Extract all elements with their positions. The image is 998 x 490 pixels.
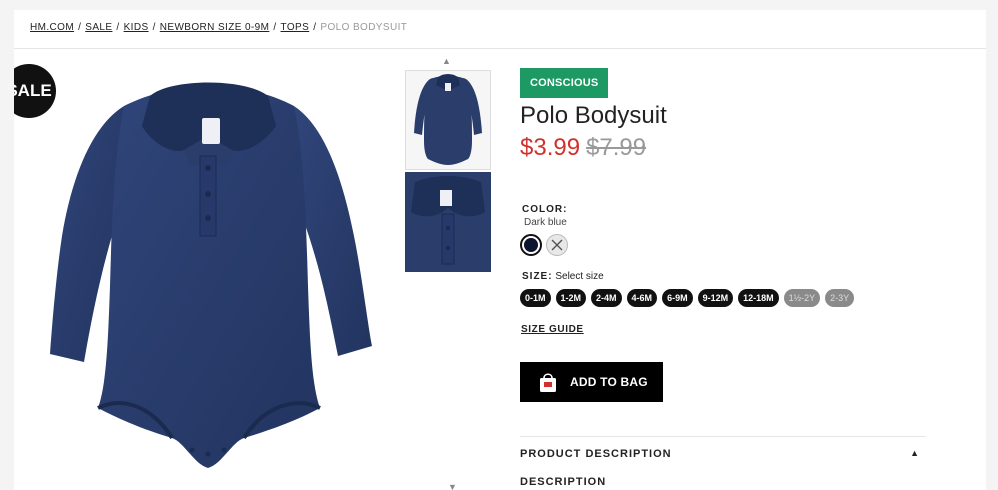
breadcrumb-link-kids[interactable]: KIDS <box>124 22 149 33</box>
size-option[interactable]: 1-2M <box>555 289 587 307</box>
section-divider <box>520 436 926 437</box>
size-option-unavailable[interactable]: 2-3Y <box>825 289 855 307</box>
breadcrumb-separator: / <box>78 22 82 33</box>
header-divider <box>14 48 986 49</box>
chevron-up-icon[interactable]: ▲ <box>442 56 451 66</box>
size-option[interactable]: 12-18M <box>738 289 779 307</box>
thumbnail-front[interactable] <box>405 70 491 170</box>
add-to-bag-label: ADD TO BAG <box>570 375 648 389</box>
caret-up-icon: ▲ <box>910 448 920 458</box>
conscious-badge: CONSCIOUS <box>520 68 609 98</box>
size-option[interactable]: 9-12M <box>697 289 734 307</box>
product-page: HM.COM / SALE / KIDS / NEWBORN SIZE 0-9M / TOPS /… <box>14 10 986 490</box>
thumbnail-detail[interactable] <box>405 172 491 272</box>
breadcrumb: HM.COM / SALE / KIDS / NEWBORN SIZE 0-9M / TOPS /… <box>30 22 407 33</box>
shopping-bag-icon <box>540 373 556 392</box>
size-option-unavailable[interactable]: 1½-2Y <box>783 289 821 307</box>
breadcrumb-separator: / <box>152 22 156 33</box>
color-value: Dark blue <box>524 217 567 228</box>
breadcrumb-link-sale[interactable]: SALE <box>85 22 112 33</box>
main-product-image[interactable] <box>32 66 382 486</box>
size-label: SIZE: Select size <box>522 271 604 282</box>
size-option[interactable]: 6-9M <box>662 289 693 307</box>
breadcrumb-link-hm[interactable]: HM.COM <box>30 22 74 33</box>
sale-price: $3.99 <box>520 134 581 161</box>
breadcrumb-link-tops[interactable]: TOPS <box>281 22 310 33</box>
size-option[interactable]: 0-1M <box>520 289 551 307</box>
color-label: COLOR: <box>522 204 568 215</box>
product-title: Polo Bodysuit <box>520 102 667 129</box>
size-label-title: SIZE: <box>522 271 553 282</box>
original-price: $7.99 <box>586 134 647 161</box>
description-label: DESCRIPTION <box>520 476 607 488</box>
size-hint: Select size <box>555 271 604 282</box>
color-swatch-dark-blue[interactable] <box>520 234 542 256</box>
breadcrumb-current: POLO BODYSUIT <box>320 22 408 33</box>
color-swatch-unavailable[interactable] <box>546 234 568 256</box>
product-description-header: PRODUCT DESCRIPTION <box>520 448 672 460</box>
cross-icon <box>551 239 563 251</box>
size-option[interactable]: 4-6M <box>626 289 658 307</box>
breadcrumb-separator: / <box>313 22 317 33</box>
size-guide-link[interactable]: SIZE GUIDE <box>521 324 584 335</box>
chevron-down-icon[interactable]: ▼ <box>448 482 457 490</box>
thumbnail-front-image <box>414 74 482 165</box>
breadcrumb-link-newborn[interactable]: NEWBORN SIZE 0-9M <box>160 22 270 33</box>
thumbnail-detail-image <box>405 172 491 272</box>
size-option[interactable]: 2-4M <box>591 289 622 307</box>
product-description-toggle[interactable]: PRODUCT DESCRIPTION ▲ <box>520 448 920 460</box>
size-selector: 0-1M 1-2M 2-4M 4-6M 6-9M 9-12M 12-18M 1½… <box>520 289 855 307</box>
breadcrumb-separator: / <box>116 22 120 33</box>
breadcrumb-separator: / <box>273 22 277 33</box>
price: $3.99 $7.99 <box>520 134 646 162</box>
add-to-bag-button[interactable]: ADD TO BAG <box>520 362 663 402</box>
